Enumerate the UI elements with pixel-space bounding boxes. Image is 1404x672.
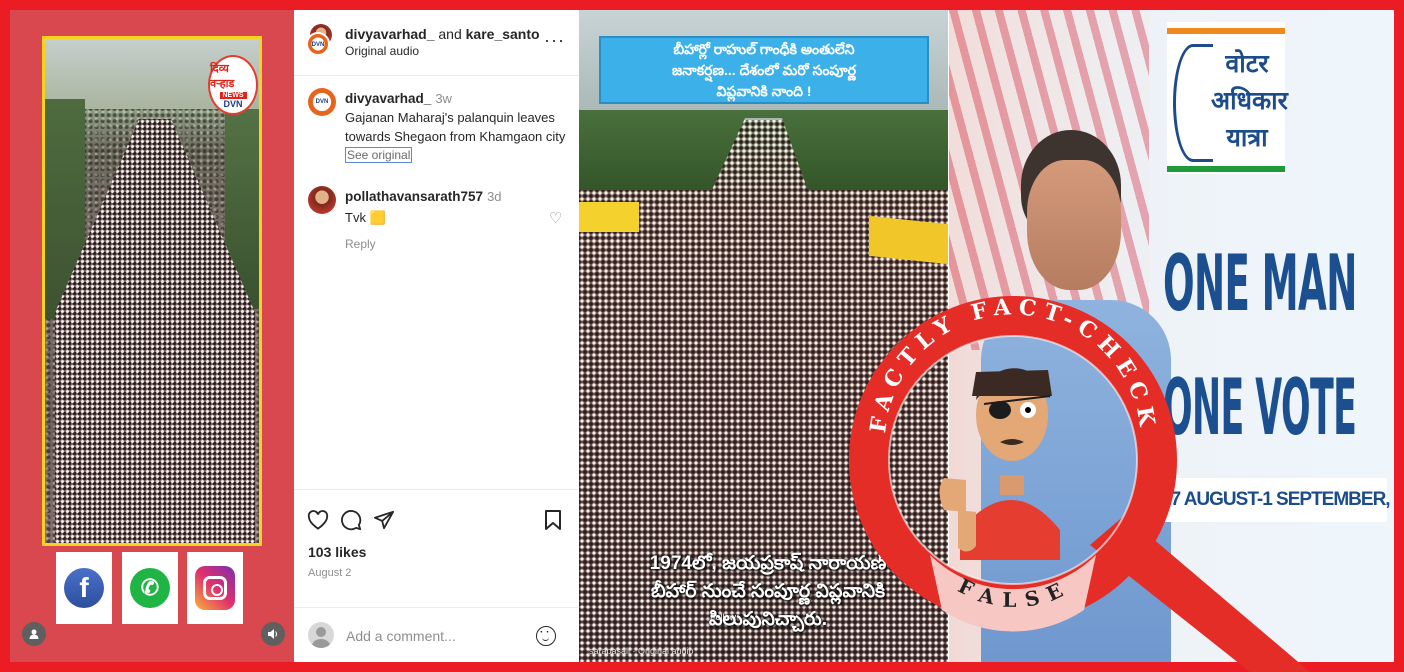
like-icon[interactable] <box>305 508 331 532</box>
post-header: divyavarhad_ and kare_santo Original aud… <box>294 10 578 76</box>
commenter-username[interactable]: pollathavansarath757 <box>345 189 483 204</box>
add-comment-input[interactable]: Add a comment... <box>346 628 456 644</box>
comment-icon[interactable] <box>338 508 364 532</box>
whatsapp-icon: ✆ <box>130 568 170 608</box>
yatra-dates: 17 AUGUST-1 SEPTEMBER, 2025 <box>1155 478 1394 522</box>
whatsapp-share-button[interactable]: ✆ <box>122 552 178 624</box>
commenter-avatar[interactable] <box>308 186 336 214</box>
audio-footer[interactable]: sarapasali · Original audio <box>589 646 694 656</box>
collage: दिव्य वऱ्हाड NEWS DVN f ✆ divyavarhad_ a… <box>10 10 1394 662</box>
post-date: August 2 <box>308 567 352 579</box>
comment-time: 3d <box>487 189 502 204</box>
facebook-share-button[interactable]: f <box>56 552 112 624</box>
user-tag-button[interactable] <box>22 622 46 646</box>
add-comment-bar: Add a comment... <box>294 607 578 662</box>
dvn-logo: दिव्य वऱ्हाड NEWS DVN <box>208 55 258 115</box>
yellow-tent <box>579 202 639 232</box>
headline-one-vote: ONE VOTE <box>1163 362 1357 454</box>
reply-link[interactable]: Reply <box>345 237 545 251</box>
panel-yatra-poster: वोटर अधिकार यात्रा ONE MAN ONE VOTE 17 A… <box>949 10 1394 662</box>
author-avatar[interactable] <box>306 32 330 56</box>
person-icon <box>29 629 39 639</box>
panel-telugu-video[interactable]: బీహార్లో రాహుల్ గాంధీకి అంతులేని జనాకర్ష… <box>579 10 948 662</box>
save-icon[interactable] <box>540 508 566 532</box>
likes-count[interactable]: 103 likes <box>308 544 366 560</box>
mute-button[interactable] <box>261 622 285 646</box>
audio-link[interactable]: Original audio <box>345 44 419 58</box>
instagram-share-button[interactable] <box>187 552 243 624</box>
caption-block: divyavarhad_ 3w Gajanan Maharaj's palanqu… <box>345 90 570 164</box>
speaker-icon <box>268 629 277 639</box>
yellow-tent <box>869 215 948 265</box>
collab-username[interactable]: kare_santo <box>466 26 540 42</box>
caption-text: Gajanan Maharaj's palanquin leaves towar… <box>345 110 566 144</box>
like-comment-icon[interactable]: ♡ <box>549 209 562 227</box>
post-authors: divyavarhad_ and kare_santo <box>345 26 540 42</box>
facebook-icon: f <box>64 568 104 608</box>
author-username[interactable]: divyavarhad_ <box>345 26 435 42</box>
post-actions: 103 likes August 2 <box>294 489 578 607</box>
chakra-icon <box>1173 44 1213 162</box>
headline-banner: బీహార్లో రాహుల్ గాంధీకి అంతులేని జనాకర్ష… <box>599 36 929 104</box>
see-original-link[interactable]: See original <box>345 147 413 163</box>
instagram-icon <box>195 566 235 610</box>
voter-adhikar-yatra-logo: वोटर अधिकार यात्रा <box>1167 22 1288 174</box>
comment-block: pollathavansarath757 3d Tvk 🟨 Reply <box>345 188 545 251</box>
panel-news-video: दिव्य वऱ्हाड NEWS DVN f ✆ <box>10 10 294 662</box>
current-user-avatar <box>308 622 334 648</box>
video-caption: 1974లో, జయప్రకాష్ నారాయణ్ బీహార్ నుంచే స… <box>649 553 887 630</box>
caption-username[interactable]: divyavarhad_ <box>345 91 431 106</box>
crowd-video[interactable]: दिव्य वऱ्हाड NEWS DVN <box>42 36 262 546</box>
more-options-icon[interactable]: ··· <box>544 30 565 51</box>
caption-time: 3w <box>435 91 452 106</box>
caption-avatar[interactable] <box>308 88 336 116</box>
politician-photo <box>981 130 1171 662</box>
share-icon[interactable] <box>371 508 397 532</box>
follow-button[interactable]: Follow <box>710 612 736 622</box>
comment-text: Tvk 🟨 <box>345 210 386 225</box>
instagram-post-panel: divyavarhad_ and kare_santo Original aud… <box>294 10 578 662</box>
emoji-icon[interactable] <box>536 626 556 646</box>
